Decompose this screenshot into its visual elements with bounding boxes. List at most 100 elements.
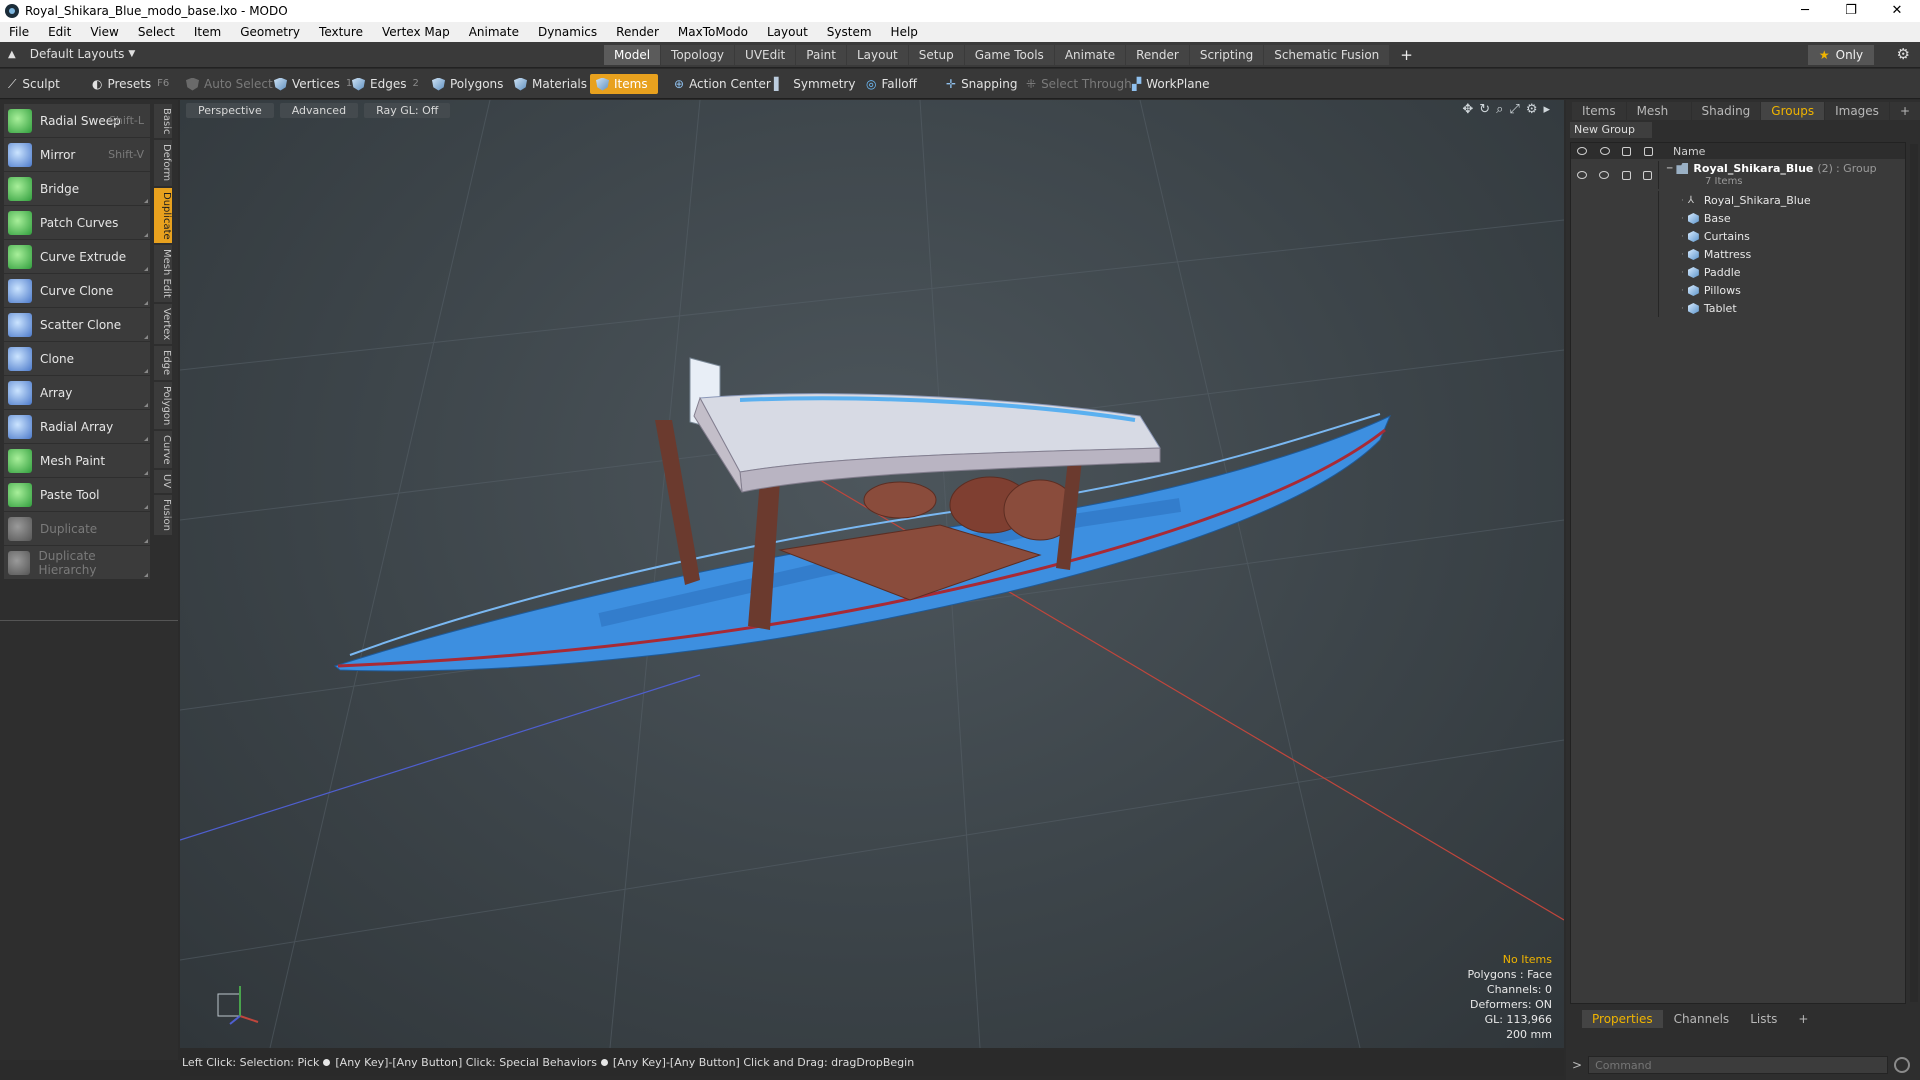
menu-help[interactable]: Help [882,25,928,39]
sculpt-button[interactable]: ⟋ Sculpt [8,74,60,94]
polygons-button[interactable]: Polygons [432,74,503,94]
tab-render[interactable]: Render [1126,45,1189,65]
view-advanced-button[interactable]: Advanced [279,103,359,118]
tab-paint[interactable]: Paint [796,45,846,65]
tab-items[interactable]: Items [1572,102,1626,120]
tab-shading[interactable]: Shading [1691,102,1761,120]
edges-button[interactable]: Edges 2 [352,74,419,94]
gear-icon[interactable]: ⚙ [1897,45,1910,63]
close-button[interactable]: ✕ [1874,0,1920,22]
add-tab-button[interactable]: + [1788,1010,1818,1028]
menu-texture[interactable]: Texture [310,25,373,39]
vtab-basic[interactable]: Basic [154,104,172,139]
menu-view[interactable]: View [81,25,128,39]
command-history-button[interactable] [1894,1057,1911,1073]
new-group-button[interactable]: New Group [1570,122,1652,138]
vtab-vertex[interactable]: Vertex [154,304,172,345]
view-perspective-button[interactable]: Perspective [186,103,274,118]
tab-groups[interactable]: Groups [1761,102,1825,120]
tab-channels[interactable]: Channels [1664,1010,1740,1028]
menu-file[interactable]: File [0,25,39,39]
add-tab-button[interactable]: + [1390,45,1423,65]
restore-button[interactable]: ❐ [1828,0,1874,22]
tool-duplicate-hierarchy[interactable]: Duplicate Hierarchy [4,546,150,579]
shikara-boat-model[interactable] [333,357,1391,672]
rotate-icon[interactable]: ↻ [1479,102,1490,117]
render-toggle-icon[interactable] [1599,171,1610,179]
vtab-mesh-edit[interactable]: Mesh Edit [154,245,172,303]
tree-scrollbar[interactable] [1910,144,1918,1002]
group-member-row[interactable]: · Pillows [1571,281,1905,299]
tab-scripting[interactable]: Scripting [1189,45,1264,65]
menu-maxtomodo[interactable]: MaxToModo [669,25,758,39]
tab-game-tools[interactable]: Game Tools [964,45,1054,65]
tab-properties[interactable]: Properties [1582,1010,1663,1028]
vtab-curve[interactable]: Curve [154,430,172,469]
zoom-icon[interactable]: ⌕ [1496,102,1503,117]
tab-layout[interactable]: Layout [846,45,908,65]
menu-select[interactable]: Select [129,25,185,39]
snapping-button[interactable]: ✛ Snapping [946,74,1017,94]
menu-vertex-map[interactable]: Vertex Map [373,25,460,39]
group-row[interactable]: ─ Royal_Shikara_Blue (2) : Group 7 Items [1571,161,1905,189]
presets-button[interactable]: ◐ Presets F6 [92,74,169,94]
menu-system[interactable]: System [818,25,882,39]
select-column-icon[interactable] [1643,146,1653,156]
tab-animate[interactable]: Animate [1054,45,1126,65]
action-center-button[interactable]: ⊕ Action Center [674,74,771,94]
tool-curve-extrude[interactable]: Curve Extrude [4,240,150,273]
tool-paste-tool[interactable]: Paste Tool [4,478,150,511]
select-through-button[interactable]: ⁜ Select Through [1026,74,1132,94]
settings-icon[interactable]: ⚙ [1526,102,1538,117]
tab-schematic-fusion[interactable]: Schematic Fusion [1264,45,1390,65]
vtab-fusion[interactable]: Fusion [154,494,172,535]
default-layouts-dropdown[interactable]: ▲ Default Layouts ▼ [8,47,135,61]
tool-clone[interactable]: Clone [4,342,150,375]
group-member-row[interactable]: · Mattress [1571,245,1905,263]
tool-mirror[interactable]: Mirror Shift-V [4,138,150,171]
tab-setup[interactable]: Setup [908,45,964,65]
menu-item[interactable]: Item [185,25,231,39]
lock-column-icon[interactable] [1622,146,1632,156]
layout-expand-icon[interactable]: ▲ [8,49,16,60]
tab-model[interactable]: Model [604,45,661,65]
tool-patch-curves[interactable]: Patch Curves [4,206,150,239]
group-member-row[interactable]: · Curtains [1571,227,1905,245]
menu-animate[interactable]: Animate [460,25,529,39]
menu-geometry[interactable]: Geometry [231,25,310,39]
tool-array[interactable]: Array [4,376,150,409]
tab-uvedit[interactable]: UVEdit [735,45,796,65]
ray-gl-toggle[interactable]: Ray GL: Off [364,103,451,118]
menu-dynamics[interactable]: Dynamics [529,25,607,39]
add-tab-button[interactable]: + [1889,102,1920,120]
minimize-button[interactable]: ─ [1782,0,1828,22]
collapse-icon[interactable]: ─ [1667,164,1672,174]
menu-edit[interactable]: Edit [39,25,81,39]
tab-topology[interactable]: Topology [661,45,735,65]
vtab-edge[interactable]: Edge [154,346,172,380]
symmetry-button[interactable]: ▌ Symmetry [774,74,855,94]
workplane-button[interactable]: ▞ WorkPlane [1132,74,1210,94]
command-input[interactable] [1588,1056,1889,1074]
falloff-button[interactable]: ◎ Falloff [866,74,917,94]
materials-button[interactable]: Materials [514,74,587,94]
tab-images[interactable]: Images [1825,102,1889,120]
tool-scatter-clone[interactable]: Scatter Clone [4,308,150,341]
menu-layout[interactable]: Layout [758,25,818,39]
tool-curve-clone[interactable]: Curve Clone [4,274,150,307]
vertices-button[interactable]: Vertices 1 [274,74,352,94]
visibility-column-icon[interactable] [1577,146,1588,155]
tool-mesh-paint[interactable]: Mesh Paint [4,444,150,477]
lock-toggle-icon[interactable] [1621,170,1631,180]
vtab-polygon[interactable]: Polygon [154,381,172,429]
group-member-row[interactable]: · Tablet [1571,299,1905,317]
maximize-icon[interactable]: ⤢ [1509,102,1519,117]
tab-lists[interactable]: Lists [1740,1010,1787,1028]
vtab-deform[interactable]: Deform [154,140,172,186]
items-button[interactable]: Items [590,74,658,94]
group-member-row[interactable]: · ⅄ Royal_Shikara_Blue [1571,191,1905,209]
tool-radial-array[interactable]: Radial Array [4,410,150,443]
auto-select-button[interactable]: Auto Select [186,74,273,94]
render-column-icon[interactable] [1599,146,1610,155]
vtab-uv[interactable]: UV [154,470,172,493]
